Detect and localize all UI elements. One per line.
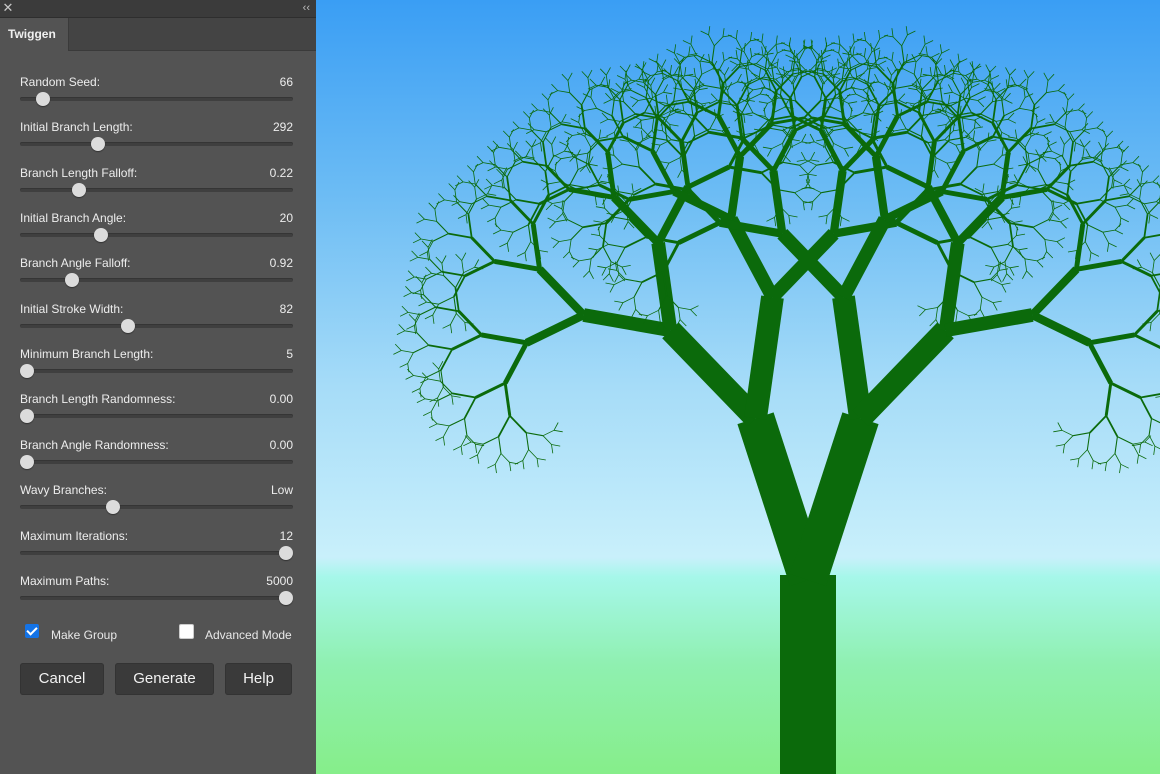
slider-thumb[interactable] [19, 409, 34, 424]
panel-tabbar: Twiggen [0, 18, 316, 51]
advanced-mode-label: Advanced Mode [205, 628, 292, 642]
slider-row: Initial Stroke Width: 82 [20, 302, 293, 342]
slider-label: Minimum Branch Length: [20, 347, 154, 362]
slider-value[interactable]: Low [271, 483, 293, 497]
advanced-mode-checkbox[interactable] [179, 624, 194, 639]
slider-row: Branch Length Randomness: 0.00 [19, 392, 293, 432]
slider-row: Wavy Branches: Low [20, 483, 293, 523]
slider-thumb[interactable] [279, 545, 294, 560]
slider-value[interactable]: 0.92 [270, 256, 293, 270]
panel-titlebar: ✕ ‹‹ [0, 0, 316, 18]
slider-label: Maximum Paths: [20, 573, 110, 588]
slider-track[interactable] [20, 595, 293, 600]
tab-twiggen[interactable]: Twiggen [0, 18, 69, 51]
slider-value[interactable]: 0.00 [270, 438, 293, 452]
slider-value[interactable]: 292 [273, 120, 293, 134]
generate-button[interactable]: Generate [115, 663, 214, 695]
slider-row: Initial Branch Angle: 20 [20, 211, 293, 251]
art-canvas[interactable] [316, 0, 1160, 774]
slider-label: Branch Angle Randomness: [20, 437, 169, 452]
slider-thumb[interactable] [71, 182, 86, 197]
fractal-tree [393, 26, 1160, 774]
slider-thumb[interactable] [279, 590, 294, 605]
slider-value[interactable]: 0.00 [270, 392, 293, 406]
close-icon[interactable]: ✕ [1, 1, 15, 15]
slider-row: Initial Branch Length: 292 [20, 120, 293, 160]
slider-track[interactable] [20, 97, 293, 101]
slider-label: Maximum Iterations: [20, 528, 129, 543]
slider-thumb[interactable] [36, 92, 51, 106]
slider-label: Initial Branch Angle: [20, 211, 127, 226]
help-button[interactable]: Help [225, 663, 292, 695]
twiggen-panel: ✕ ‹‹ Twiggen Random Seed: 66 Initial Branc… [0, 0, 316, 774]
slider-row: Maximum Paths: 5000 [20, 573, 294, 614]
slider-label: Random Seed: [20, 75, 101, 89]
slider-value[interactable]: 5000 [266, 574, 293, 588]
slider-track[interactable] [20, 187, 293, 192]
slider-label: Branch Length Randomness: [20, 392, 176, 407]
slider-track[interactable] [20, 459, 293, 464]
slider-row: Branch Length Falloff: 0.22 [20, 166, 293, 206]
slider-thumb[interactable] [64, 273, 79, 288]
slider-track[interactable] [20, 369, 293, 374]
slider-value[interactable]: 66 [280, 75, 293, 89]
slider-row: Random Seed: 66 [20, 75, 293, 115]
slider-label: Initial Branch Length: [20, 120, 133, 135]
slider-value[interactable]: 20 [280, 211, 293, 225]
slider-value[interactable]: 0.22 [270, 166, 293, 180]
slider-row: Branch Angle Randomness: 0.00 [19, 437, 293, 478]
slider-track[interactable] [20, 278, 293, 283]
slider-label: Branch Angle Falloff: [20, 256, 131, 271]
slider-row: Minimum Branch Length: 5 [19, 347, 293, 387]
make-group-label: Make Group [51, 628, 118, 642]
slider-label: Branch Length Falloff: [20, 165, 138, 180]
slider-value[interactable]: 12 [280, 529, 293, 543]
slider-track[interactable] [20, 142, 293, 147]
slider-thumb[interactable] [105, 500, 120, 515]
tab-label: Twiggen [8, 27, 56, 41]
slider-value[interactable]: 5 [286, 347, 293, 361]
slider-label: Initial Stroke Width: [20, 301, 124, 316]
slider-row: Branch Angle Falloff: 0.92 [20, 256, 293, 296]
slider-row: Maximum Iterations: 12 [20, 528, 294, 569]
slider-thumb[interactable] [93, 228, 108, 243]
make-group-checkbox[interactable] [25, 624, 39, 638]
slider-track[interactable] [20, 550, 293, 555]
slider-track[interactable] [20, 505, 293, 510]
slider-thumb[interactable] [19, 364, 34, 379]
collapse-icon[interactable]: ‹‹ [303, 1, 310, 15]
cancel-button[interactable]: Cancel [20, 663, 104, 695]
slider-thumb[interactable] [120, 318, 135, 333]
slider-value[interactable]: 82 [280, 302, 293, 316]
slider-label: Wavy Branches: [20, 483, 107, 498]
slider-track[interactable] [20, 233, 293, 238]
slider-thumb[interactable] [19, 454, 34, 469]
slider-thumb[interactable] [90, 137, 105, 152]
slider-track[interactable] [20, 323, 293, 328]
slider-track[interactable] [20, 414, 293, 419]
